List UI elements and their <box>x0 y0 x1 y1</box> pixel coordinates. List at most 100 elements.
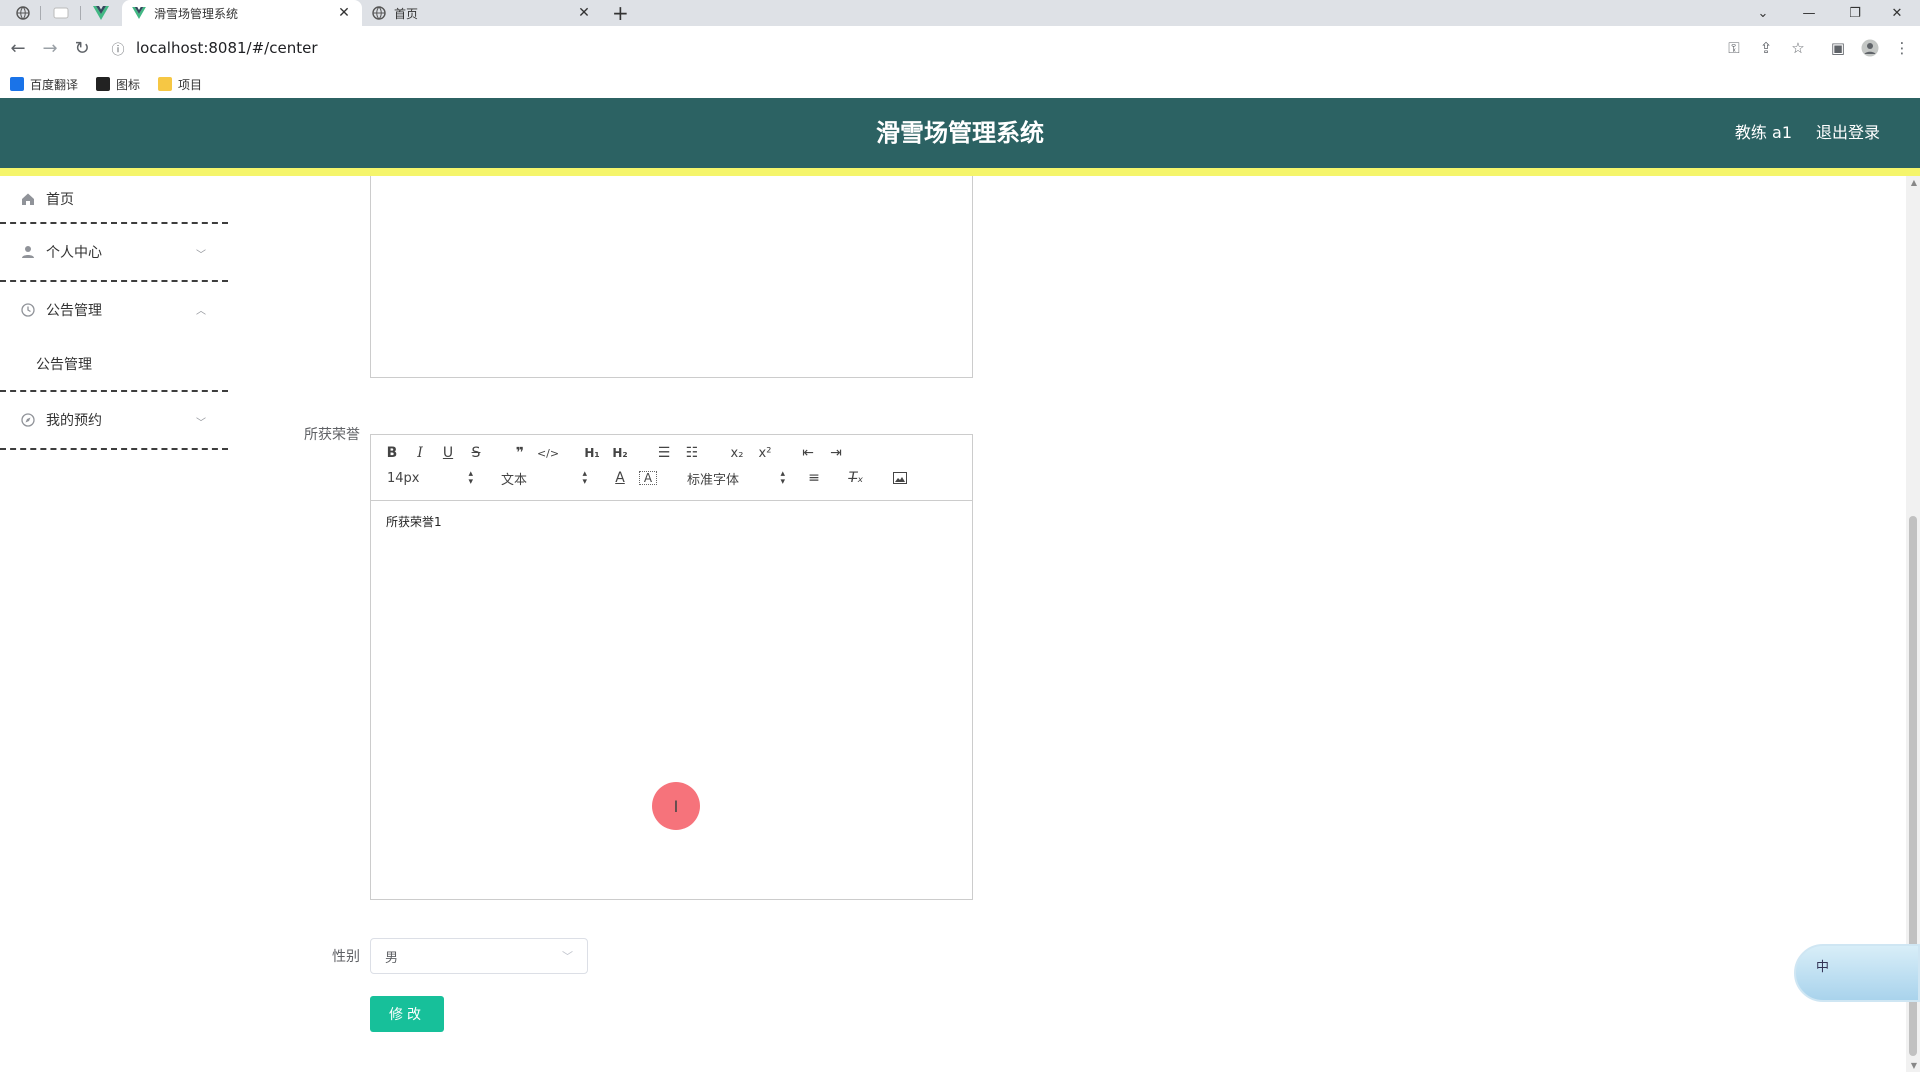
globe-icon <box>372 6 386 20</box>
sidebar-subitem-label: 公告管理 <box>36 357 92 373</box>
url-input[interactable]: ⓘ localhost:8081/#/center <box>106 32 1756 64</box>
strikethrough-icon[interactable]: S <box>467 443 485 463</box>
sidebar-subitem-announcements[interactable]: 公告管理 <box>0 338 228 390</box>
select-caret-icon: ▴ ▾ <box>468 469 473 487</box>
gender-label: 性别 <box>332 949 360 965</box>
sidebar-item-label: 首页 <box>46 192 74 208</box>
sidebar-item-label: 个人中心 <box>46 245 102 261</box>
tab-title: 首页 <box>394 6 419 21</box>
tab-separator <box>40 6 41 20</box>
globe-icon[interactable] <box>6 0 40 26</box>
previous-editor-area[interactable] <box>370 176 973 378</box>
back-icon[interactable]: ← <box>6 36 30 60</box>
select-caret-icon: ▴ ▾ <box>780 469 785 487</box>
underline-icon[interactable]: U <box>439 443 457 463</box>
ime-mode-label: 中 <box>1816 960 1830 975</box>
image-icon[interactable] <box>891 468 909 488</box>
menu-kebab-icon[interactable]: ⋮ <box>1890 36 1914 60</box>
star-icon[interactable]: ☆ <box>1786 36 1810 60</box>
home-icon <box>20 191 36 207</box>
user-icon <box>20 244 36 260</box>
ime-floating-widget[interactable]: 中 <box>1794 944 1920 1002</box>
tab-home[interactable]: 首页 ✕ <box>362 0 602 26</box>
italic-icon[interactable]: I <box>411 443 429 463</box>
subscript-icon[interactable]: x₂ <box>727 443 747 463</box>
tab-search-icon[interactable]: ⌄ <box>1740 0 1786 26</box>
bullet-list-icon[interactable]: ☷ <box>683 443 701 463</box>
superscript-icon[interactable]: x² <box>755 443 775 463</box>
bookmark-label: 百度翻译 <box>30 77 79 92</box>
tab-ski-system[interactable]: 滑雪场管理系统 ✕ <box>122 0 362 26</box>
editor-content[interactable]: 所获荣誉1 <box>371 501 972 542</box>
bookmark-item[interactable]: 百度翻译 <box>10 76 78 93</box>
minimize-icon[interactable]: — <box>1786 0 1832 26</box>
bookmark-label: 图标 <box>116 77 141 92</box>
indent-icon[interactable]: ⇥ <box>827 443 845 463</box>
font-size-value: 14px <box>387 470 420 486</box>
blank-tab-icon[interactable] <box>44 0 78 26</box>
font-family-select[interactable]: 标准字体 ▴ ▾ <box>687 468 785 488</box>
sidebar-item-label: 公告管理 <box>46 303 102 319</box>
translate-icon <box>10 77 24 91</box>
chevron-down-icon: ﹀ <box>196 418 206 429</box>
h2-icon[interactable]: H₂ <box>609 443 631 463</box>
logout-button[interactable]: 退出登录 <box>1816 98 1880 168</box>
sidebar-item-label: 我的预约 <box>46 413 102 429</box>
current-user: 教练 a1 <box>1734 123 1792 142</box>
sidebar-item-profile[interactable]: 个人中心 ﹀ <box>0 224 228 280</box>
outdent-icon[interactable]: ⇤ <box>799 443 817 463</box>
scroll-up-icon[interactable]: ▲ <box>1911 178 1917 187</box>
info-icon[interactable]: ⓘ <box>106 39 130 58</box>
text-cursor-indicator: I <box>652 782 700 830</box>
profile-icon[interactable] <box>1858 36 1882 60</box>
gender-value: 男 <box>385 950 399 966</box>
sidebar-item-announcements[interactable]: 公告管理 ︿ <box>0 282 228 338</box>
bookmark-label: 项目 <box>178 77 203 92</box>
header-select-value: 文本 <box>501 472 528 488</box>
sidebar-item-home[interactable]: 首页 <box>0 176 228 222</box>
sidebar: 首页 个人中心 ﹀ 公告管理 ︿ 公告管理 我的预约 ﹀ <box>0 176 228 1072</box>
honors-rich-editor[interactable]: B I U S ❞ </> H₁ H₂ ☰ ☷ x₂ x² ⇤ ⇥ 14px ▴… <box>370 434 973 900</box>
submit-button[interactable]: 修改 <box>370 996 444 1032</box>
code-icon[interactable]: </> <box>537 443 559 463</box>
font-size-select[interactable]: 14px ▴ ▾ <box>387 468 473 488</box>
chevron-up-icon: ︿ <box>196 306 206 317</box>
new-tab-button[interactable]: + <box>612 2 629 24</box>
address-bar-row: ← → ↻ ⓘ localhost:8081/#/center ⚿ ⇪ ☆ ▣ … <box>0 26 1920 70</box>
gender-select[interactable]: 男 ﹀ <box>370 938 588 974</box>
close-icon[interactable]: ✕ <box>336 5 352 21</box>
window-close-icon[interactable]: ✕ <box>1874 0 1920 26</box>
vue-tab-icon[interactable] <box>84 0 118 26</box>
chevron-down-icon: ﹀ <box>562 950 573 963</box>
restore-icon[interactable]: ❐ <box>1832 0 1878 26</box>
page-scrollbar[interactable]: ▲ ▼ <box>1906 176 1920 1072</box>
sidepanel-icon[interactable]: ▣ <box>1826 36 1850 60</box>
ordered-list-icon[interactable]: ☰ <box>655 443 673 463</box>
browser-tabstrip: 滑雪场管理系统 ✕ 首页 ✕ + ⌄ — ❐ ✕ <box>0 0 1920 26</box>
close-icon[interactable]: ✕ <box>576 5 592 21</box>
share-icon[interactable]: ⇪ <box>1754 36 1778 60</box>
folder-icon <box>158 77 173 91</box>
vue-icon <box>132 6 146 20</box>
header-select[interactable]: 文本 ▴ ▾ <box>501 468 587 488</box>
h1-icon[interactable]: H₁ <box>581 443 603 463</box>
background-color-icon[interactable]: A <box>639 471 657 485</box>
clear-format-icon[interactable]: T̶ₓ <box>847 468 865 488</box>
select-caret-icon: ▴ ▾ <box>582 469 587 487</box>
menu-divider <box>0 448 228 450</box>
bookmark-item[interactable]: 图标 <box>96 76 140 93</box>
bookmark-item[interactable]: 项目 <box>158 76 202 93</box>
forward-icon[interactable]: → <box>38 36 62 60</box>
sidebar-item-reservations[interactable]: 我的预约 ﹀ <box>0 392 228 448</box>
blockquote-icon[interactable]: ❞ <box>511 443 529 463</box>
reload-icon[interactable]: ↻ <box>70 36 94 60</box>
font-color-icon[interactable]: A <box>611 468 629 488</box>
key-icon[interactable]: ⚿ <box>1722 36 1746 60</box>
scroll-down-icon[interactable]: ▼ <box>1911 1061 1917 1070</box>
app-title: 滑雪场管理系统 <box>876 119 1044 147</box>
clock-icon <box>20 302 36 318</box>
align-icon[interactable]: ≡ <box>805 468 823 488</box>
font-family-value: 标准字体 <box>687 472 740 488</box>
bold-icon[interactable]: B <box>383 443 401 463</box>
tab-title: 滑雪场管理系统 <box>154 6 239 21</box>
